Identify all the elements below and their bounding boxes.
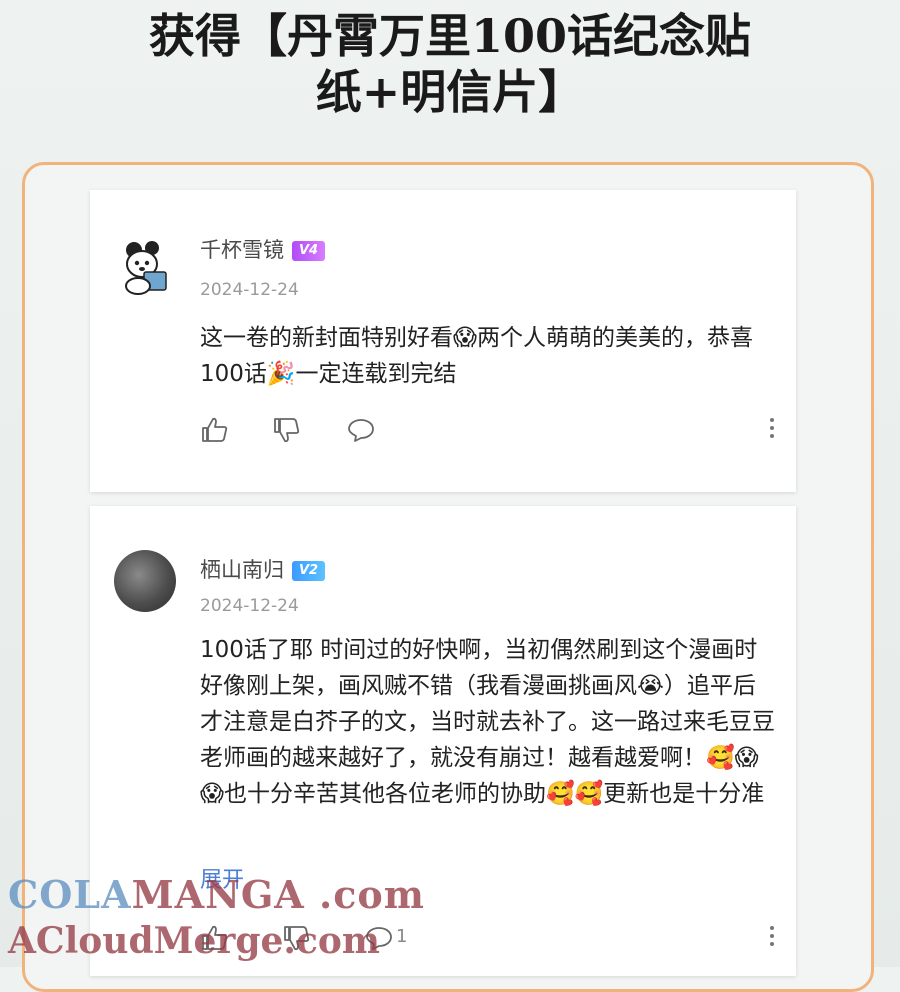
comment-text: 100话了耶 时间过的好快啊，当初偶然刷到这个漫画时好像刚上架，画风贼不错（我看… bbox=[200, 637, 775, 807]
username-text: 千杯雪镜 bbox=[200, 238, 284, 262]
level-badge: V2 bbox=[292, 561, 326, 581]
thumbs-down-icon[interactable] bbox=[272, 416, 302, 444]
expand-link[interactable]: 展开 bbox=[200, 862, 244, 894]
thumbs-up-icon[interactable] bbox=[200, 924, 230, 952]
comment-card: 千杯雪镜 V4 2024-12-24 这一卷的新封面特别好看😱两个人萌萌的美美的，… bbox=[90, 190, 796, 492]
more-icon[interactable] bbox=[768, 416, 776, 440]
more-icon[interactable] bbox=[768, 924, 776, 948]
headline: 获得【丹霄万里100话纪念贴 纸+明信片】 bbox=[0, 0, 900, 120]
headline-line-1: 获得【丹霄万里100话纪念贴 bbox=[148, 9, 752, 63]
avatar[interactable] bbox=[114, 236, 176, 298]
username-text: 栖山南归 bbox=[200, 558, 284, 582]
thumbs-up-icon[interactable] bbox=[200, 416, 230, 444]
comment-icon[interactable] bbox=[346, 416, 376, 444]
comment-text: 这一卷的新封面特别好看😱两个人萌萌的美美的，恭喜100话🎉一定连载到完结 bbox=[200, 325, 753, 387]
username[interactable]: 栖山南归 V2 bbox=[200, 554, 326, 584]
thumbs-down-icon[interactable] bbox=[282, 924, 312, 952]
username[interactable]: 千杯雪镜 V4 bbox=[200, 234, 326, 264]
comment-icon[interactable] bbox=[364, 924, 394, 952]
comment-date: 2024-12-24 bbox=[200, 596, 299, 616]
comment-date: 2024-12-24 bbox=[200, 280, 299, 300]
comment-card: 栖山南归 V2 2024-12-24 100话了耶 时间过的好快啊，当初偶然刷到这… bbox=[90, 506, 796, 976]
comment-count: 1 bbox=[396, 926, 408, 947]
level-badge: V4 bbox=[292, 241, 326, 261]
headline-line-2: 纸+明信片】 bbox=[315, 65, 585, 119]
avatar[interactable] bbox=[114, 550, 176, 612]
panda-avatar-icon bbox=[114, 236, 176, 298]
